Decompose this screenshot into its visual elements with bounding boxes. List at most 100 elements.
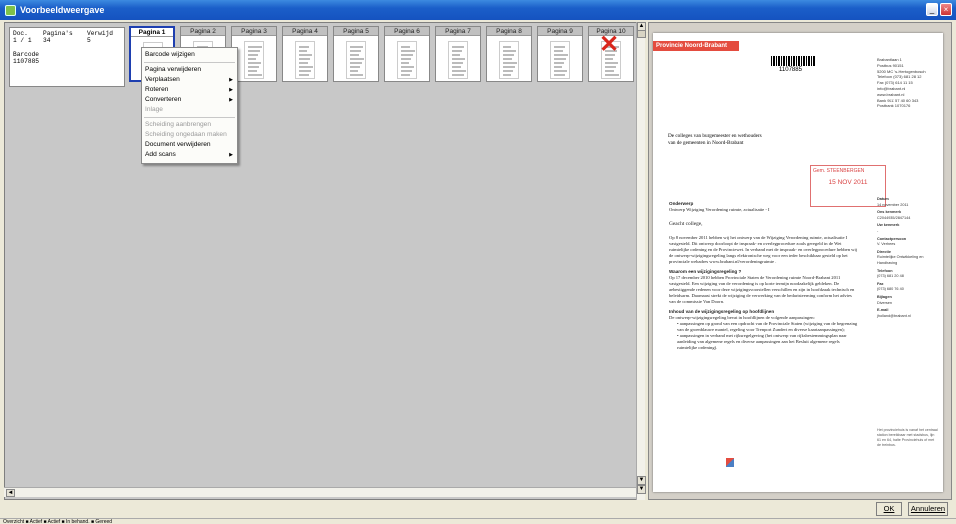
sender-line: Postbank 1070176 (877, 103, 911, 109)
preview-window: Voorbeeldweergave _ × Doc. Pagina's Verw… (0, 0, 956, 524)
scroll-left-icon[interactable]: ◄ (6, 489, 15, 497)
thumbnail-label: Pagina 2 (181, 27, 225, 36)
submenu-arrow-icon: ▶ (229, 97, 233, 103)
menu-item[interactable]: Roteren ▶ (142, 85, 237, 95)
barcode-image (771, 56, 815, 66)
recipient-address: De colleges van burgemeester en wethoude… (668, 133, 762, 146)
document-info: Doc. Pagina's Verwijd 1 / 1 34 5 Barcode… (9, 27, 125, 87)
pages-header: Pagina's (43, 30, 73, 37)
stamp-date: 15 NOV 2011 (828, 179, 868, 186)
vertical-scrollbar[interactable]: ▲ ▼ ▼ (636, 22, 646, 500)
menu-item[interactable]: Verplaatsen ▶ (142, 75, 237, 85)
minimize-button[interactable]: _ (926, 3, 938, 16)
thumbnail-page-image (448, 41, 468, 79)
ok-button[interactable]: OK (876, 502, 902, 516)
page-preview: Provincie Noord-Brabant 1107885 Brabantl… (653, 33, 943, 492)
thumbnail-page-image (244, 41, 264, 79)
page-thumbnail[interactable]: Pagina 7 (435, 26, 481, 82)
menu-item-label: Inlage (145, 106, 163, 113)
barcode-value: 1107885 (13, 58, 39, 65)
barcode-label: Barcode (13, 51, 39, 58)
menu-item-label: Converteren (145, 96, 182, 103)
letter-body: Onderwerp Ontwerp Wijziging Verordening … (669, 201, 859, 351)
context-menu: Barcode wijzigen Pagina verwijderen Verpla… (141, 47, 238, 164)
close-button[interactable]: × (940, 3, 952, 16)
thumbnail-page-image (295, 41, 315, 79)
menu-item[interactable]: Pagina verwijderen (142, 65, 237, 75)
province-logo (726, 458, 734, 467)
thumbnail-page-image (397, 41, 417, 79)
status-bar: Overzicht ■ Actief ■ Actief ■ In behand.… (0, 518, 956, 524)
meta-value: V. Verhees (877, 242, 896, 247)
bullet-item: • aanpassingen op grond van een opdracht… (677, 321, 858, 332)
submenu-arrow-icon: ▶ (229, 87, 233, 93)
page-thumbnail[interactable]: Pagina 5 (333, 26, 379, 82)
app-icon (5, 4, 16, 16)
province-banner: Provincie Noord-Brabant (653, 41, 739, 51)
doc-header: Doc. (13, 30, 28, 37)
deleted-header: Verwijd (87, 30, 113, 37)
menu-item-label: Roteren (145, 86, 169, 93)
meta-value: (073) 680 76 40 (877, 287, 904, 292)
letter-meta: Datum 14 november 2011 Ons kenmerk C2044935… (877, 197, 941, 321)
footnote: Het provinciehuis is vanaf het centraal … (877, 428, 938, 447)
paragraph-2: Op 17 december 2010 hebben Provinciale S… (669, 275, 855, 304)
doc-value: 1 / 1 (13, 37, 32, 44)
menu-item[interactable]: Barcode wijzigen (142, 50, 237, 60)
pages-value: 34 (43, 37, 51, 44)
meta-value: 14 november 2011 (877, 202, 909, 207)
subject-text: Ontwerp Wijziging Verordening ruimte, ac… (669, 207, 770, 212)
menu-item[interactable]: Add scans ▶ (142, 150, 237, 160)
menu-item-label: Barcode wijzigen (145, 51, 195, 58)
bullet-text: aanpassingen in verband met rijksregelge… (677, 333, 847, 350)
horizontal-scrollbar[interactable]: ◄ (4, 487, 636, 497)
barcode-number: 1107885 (779, 67, 802, 73)
bullet-text: aanpassingen op grond van een opdracht v… (677, 321, 858, 332)
menu-item-label: Scheiding aanbrengen (145, 121, 211, 128)
submenu-arrow-icon: ▶ (229, 152, 233, 158)
menu-item-label: Document verwijderen (145, 141, 211, 148)
thumbnail-label: Pagina 7 (436, 27, 480, 36)
page-thumbnail[interactable]: Pagina 4 (282, 26, 328, 82)
cancel-button[interactable]: Annuleren (908, 502, 948, 516)
stamp-municipality: Gem. STEENBERGEN (813, 168, 865, 174)
deleted-value: 5 (87, 37, 91, 44)
thumbnail-label: Pagina 3 (232, 27, 276, 36)
submenu-arrow-icon: ▶ (229, 77, 233, 83)
menu-item-label: Scheiding ongedaan maken (145, 131, 227, 138)
menu-separator (144, 117, 235, 118)
greeting: Geacht college, (669, 221, 703, 227)
scroll-thumb[interactable] (637, 30, 646, 38)
thumbnail-label: Pagina 6 (385, 27, 429, 36)
page-preview-panel: Provincie Noord-Brabant 1107885 Brabantl… (648, 22, 952, 500)
meta-value: - (877, 228, 879, 233)
scroll-down-icon[interactable]: ▼ (637, 485, 646, 494)
meta-value: Ruimtelijke Ontwikkeling en Handhaving (877, 255, 924, 265)
menu-item: Inlage (142, 105, 237, 115)
window-title: Voorbeeldweergave (20, 5, 105, 15)
meta-value: (073) 681 20 48 (877, 274, 904, 279)
bullet-item: • aanpassingen in verband met rijksregel… (677, 333, 847, 350)
menu-separator (144, 62, 235, 63)
meta-value: C2044935/2847144 (877, 215, 911, 220)
thumbnail-panel: Doc. Pagina's Verwijd 1 / 1 34 5 Barcode… (4, 22, 642, 500)
thumbnail-label: Pagina 8 (487, 27, 531, 36)
scroll-down-end-icon[interactable]: ▼ (637, 476, 646, 485)
menu-item: Scheiding aanbrengen (142, 120, 237, 130)
thumbnail-label: Pagina 5 (334, 27, 378, 36)
thumbnail-page-image (550, 41, 570, 79)
address-line: De colleges van burgemeester en wethoude… (668, 133, 762, 139)
page-thumbnail[interactable]: Pagina 9 (537, 26, 583, 82)
menu-item[interactable]: Converteren ▶ (142, 95, 237, 105)
thumbnail-page-image (346, 41, 366, 79)
thumbnail-label: Pagina 1 (131, 28, 173, 37)
menu-item: Scheiding ongedaan maken (142, 130, 237, 140)
thumbnail-label: Pagina 9 (538, 27, 582, 36)
meta-value: jholland@brabant.nl (877, 313, 911, 318)
deleted-icon: ✕ (599, 31, 620, 58)
thumbnail-page-image (499, 41, 519, 79)
menu-item[interactable]: Document verwijderen (142, 140, 237, 150)
page-thumbnail[interactable]: Pagina 10 ✕ (588, 26, 634, 82)
page-thumbnail[interactable]: Pagina 8 (486, 26, 532, 82)
page-thumbnail[interactable]: Pagina 6 (384, 26, 430, 82)
